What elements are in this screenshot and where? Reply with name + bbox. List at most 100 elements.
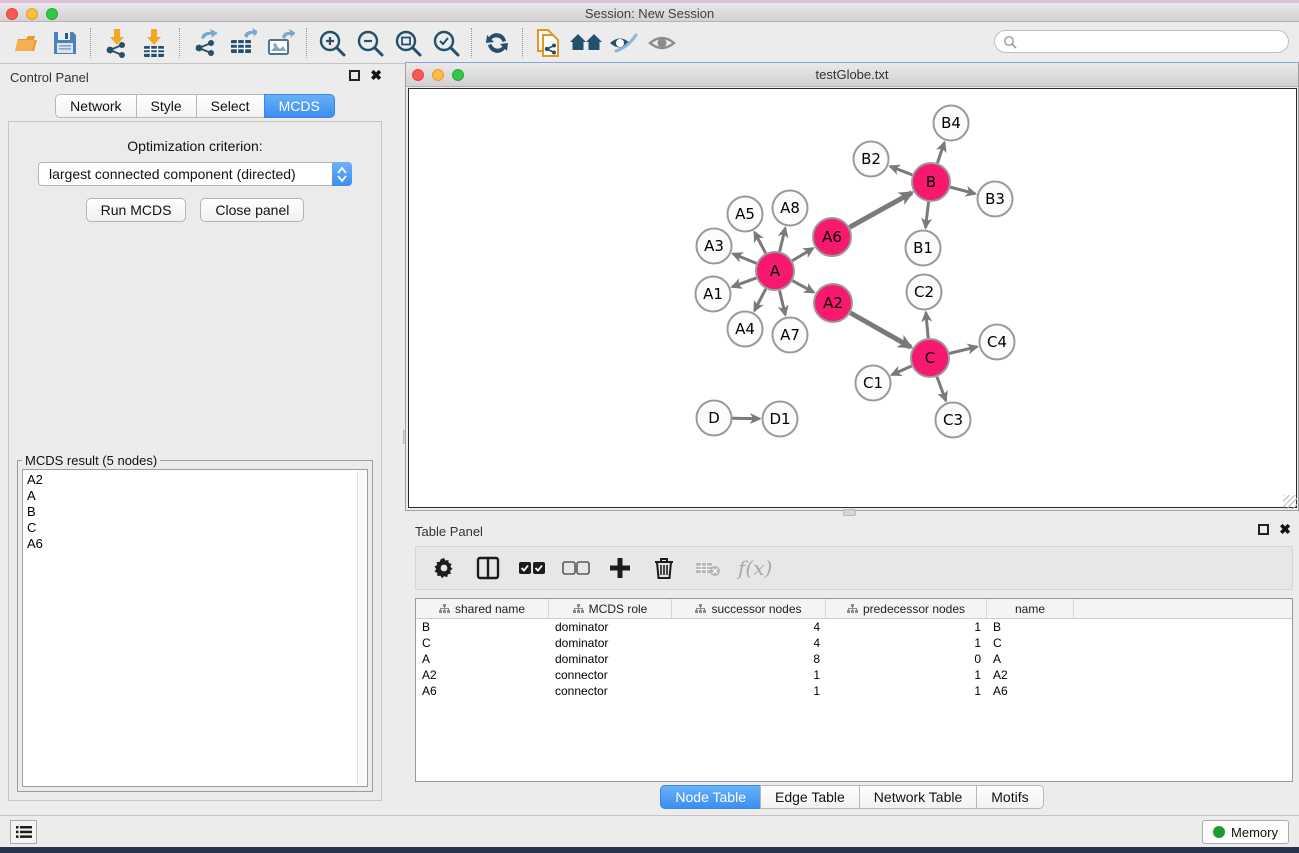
- column-header-name[interactable]: name: [987, 599, 1074, 618]
- table-cell[interactable]: C: [987, 635, 1074, 651]
- node-A1[interactable]: A1: [696, 277, 731, 312]
- export-image-icon[interactable]: [262, 26, 300, 60]
- result-item[interactable]: A2: [27, 472, 367, 488]
- import-table-icon[interactable]: [135, 26, 173, 60]
- tab-mcds[interactable]: MCDS: [264, 94, 335, 118]
- edge-A-A6[interactable]: [792, 248, 813, 260]
- table-cell[interactable]: 1: [826, 667, 987, 683]
- tab-network[interactable]: Network: [55, 94, 135, 118]
- edge-C-C1[interactable]: [892, 366, 912, 375]
- node-B[interactable]: B: [912, 163, 950, 201]
- zoom-in-icon[interactable]: [313, 26, 351, 60]
- close-panel-button[interactable]: Close panel: [200, 198, 304, 222]
- column-header-predecessor-nodes[interactable]: predecessor nodes: [826, 599, 987, 618]
- save-session-icon[interactable]: [46, 26, 84, 60]
- result-item[interactable]: C: [27, 520, 367, 536]
- node-C4[interactable]: C4: [980, 325, 1015, 360]
- table-cell[interactable]: A: [416, 651, 549, 667]
- node-C1[interactable]: C1: [856, 366, 891, 401]
- horizontal-splitter-handle[interactable]: [843, 509, 856, 516]
- edge-A2-C[interactable]: [850, 313, 910, 347]
- column-header-successor-nodes[interactable]: successor nodes: [672, 599, 826, 618]
- import-network-icon[interactable]: [97, 26, 135, 60]
- edge-B-B3[interactable]: [950, 187, 975, 194]
- node-C2[interactable]: C2: [907, 275, 942, 310]
- first-neighbors-icon[interactable]: [567, 26, 605, 60]
- network-window-titlebar[interactable]: testGlobe.txt: [406, 63, 1298, 87]
- edge-B-B2[interactable]: [890, 166, 912, 175]
- table-cell[interactable]: A6: [987, 683, 1074, 699]
- export-network-icon[interactable]: [186, 26, 224, 60]
- node-B3[interactable]: B3: [978, 182, 1013, 217]
- criterion-dropdown[interactable]: largest connected component (directed): [38, 162, 352, 186]
- node-C[interactable]: C: [911, 339, 949, 377]
- table-cell[interactable]: 0: [826, 651, 987, 667]
- zoom-out-icon[interactable]: [351, 26, 389, 60]
- search-box[interactable]: [994, 30, 1289, 53]
- table-cell[interactable]: 1: [826, 619, 987, 635]
- node-D[interactable]: D: [697, 401, 732, 436]
- table-cell[interactable]: connector: [549, 667, 672, 683]
- edge-B-B4[interactable]: [937, 142, 944, 163]
- apply-function-icon[interactable]: f(x): [738, 556, 772, 580]
- table-cell[interactable]: 4: [672, 635, 826, 651]
- edge-C-C2[interactable]: [926, 312, 928, 338]
- delete-table-icon[interactable]: [690, 551, 726, 585]
- tab-select[interactable]: Select: [196, 94, 264, 118]
- node-C3[interactable]: C3: [936, 403, 971, 438]
- node-A8[interactable]: A8: [773, 191, 808, 226]
- node-A[interactable]: A: [756, 252, 794, 290]
- result-list-scrollbar[interactable]: [357, 471, 366, 785]
- table-cell[interactable]: A2: [416, 667, 549, 683]
- tab-style[interactable]: Style: [136, 94, 196, 118]
- zoom-selected-icon[interactable]: [427, 26, 465, 60]
- table-row[interactable]: A6connector11A6: [416, 683, 1292, 699]
- close-table-panel-icon[interactable]: ✖: [1279, 524, 1291, 535]
- run-mcds-button[interactable]: Run MCDS: [86, 198, 187, 222]
- table-row[interactable]: Cdominator41C: [416, 635, 1292, 651]
- tab-edge-table[interactable]: Edge Table: [760, 785, 859, 809]
- select-all-rows-icon[interactable]: [514, 551, 550, 585]
- column-view-icon[interactable]: [470, 551, 506, 585]
- task-history-button[interactable]: [10, 820, 37, 844]
- edge-A-A8[interactable]: [780, 228, 786, 252]
- node-A6[interactable]: A6: [813, 218, 851, 256]
- table-cell[interactable]: 1: [826, 683, 987, 699]
- network-canvas[interactable]: B4B2BB3A5A8A6B1A3AA1C2A2A4A7C4CC1C3DD1: [408, 88, 1297, 508]
- node-A2[interactable]: A2: [814, 284, 852, 322]
- node-A3[interactable]: A3: [697, 229, 732, 264]
- edge-A-A4[interactable]: [754, 289, 765, 311]
- delete-column-icon[interactable]: [646, 551, 682, 585]
- table-cell[interactable]: B: [987, 619, 1074, 635]
- table-cell[interactable]: connector: [549, 683, 672, 699]
- refresh-layout-icon[interactable]: [478, 26, 516, 60]
- close-panel-icon[interactable]: ✖: [370, 70, 382, 81]
- tab-motifs[interactable]: Motifs: [976, 785, 1043, 809]
- window-resize-grip[interactable]: [1283, 495, 1297, 509]
- memory-button[interactable]: Memory: [1202, 820, 1289, 844]
- edge-A-A3[interactable]: [733, 254, 757, 264]
- hide-selected-icon[interactable]: [605, 26, 643, 60]
- edge-A6-B[interactable]: [849, 193, 911, 228]
- edge-A-A2[interactable]: [793, 281, 814, 293]
- search-input[interactable]: [1017, 35, 1267, 49]
- edge-A-A7[interactable]: [780, 290, 786, 315]
- deselect-all-rows-icon[interactable]: [558, 551, 594, 585]
- table-cell[interactable]: 4: [672, 619, 826, 635]
- table-cell[interactable]: dominator: [549, 651, 672, 667]
- table-row[interactable]: Bdominator41B: [416, 619, 1292, 635]
- table-cell[interactable]: A2: [987, 667, 1074, 683]
- table-cell[interactable]: 1: [826, 635, 987, 651]
- table-cell[interactable]: 1: [672, 683, 826, 699]
- table-cell[interactable]: A6: [416, 683, 549, 699]
- node-A4[interactable]: A4: [728, 312, 763, 347]
- new-network-from-selection-icon[interactable]: [529, 26, 567, 60]
- table-cell[interactable]: dominator: [549, 635, 672, 651]
- tab-network-table[interactable]: Network Table: [859, 785, 976, 809]
- node-B1[interactable]: B1: [906, 231, 941, 266]
- float-panel-icon[interactable]: [349, 70, 360, 81]
- column-header-shared-name[interactable]: shared name: [416, 599, 549, 618]
- node-B4[interactable]: B4: [934, 106, 969, 141]
- show-all-icon[interactable]: [643, 26, 681, 60]
- table-cell[interactable]: C: [416, 635, 549, 651]
